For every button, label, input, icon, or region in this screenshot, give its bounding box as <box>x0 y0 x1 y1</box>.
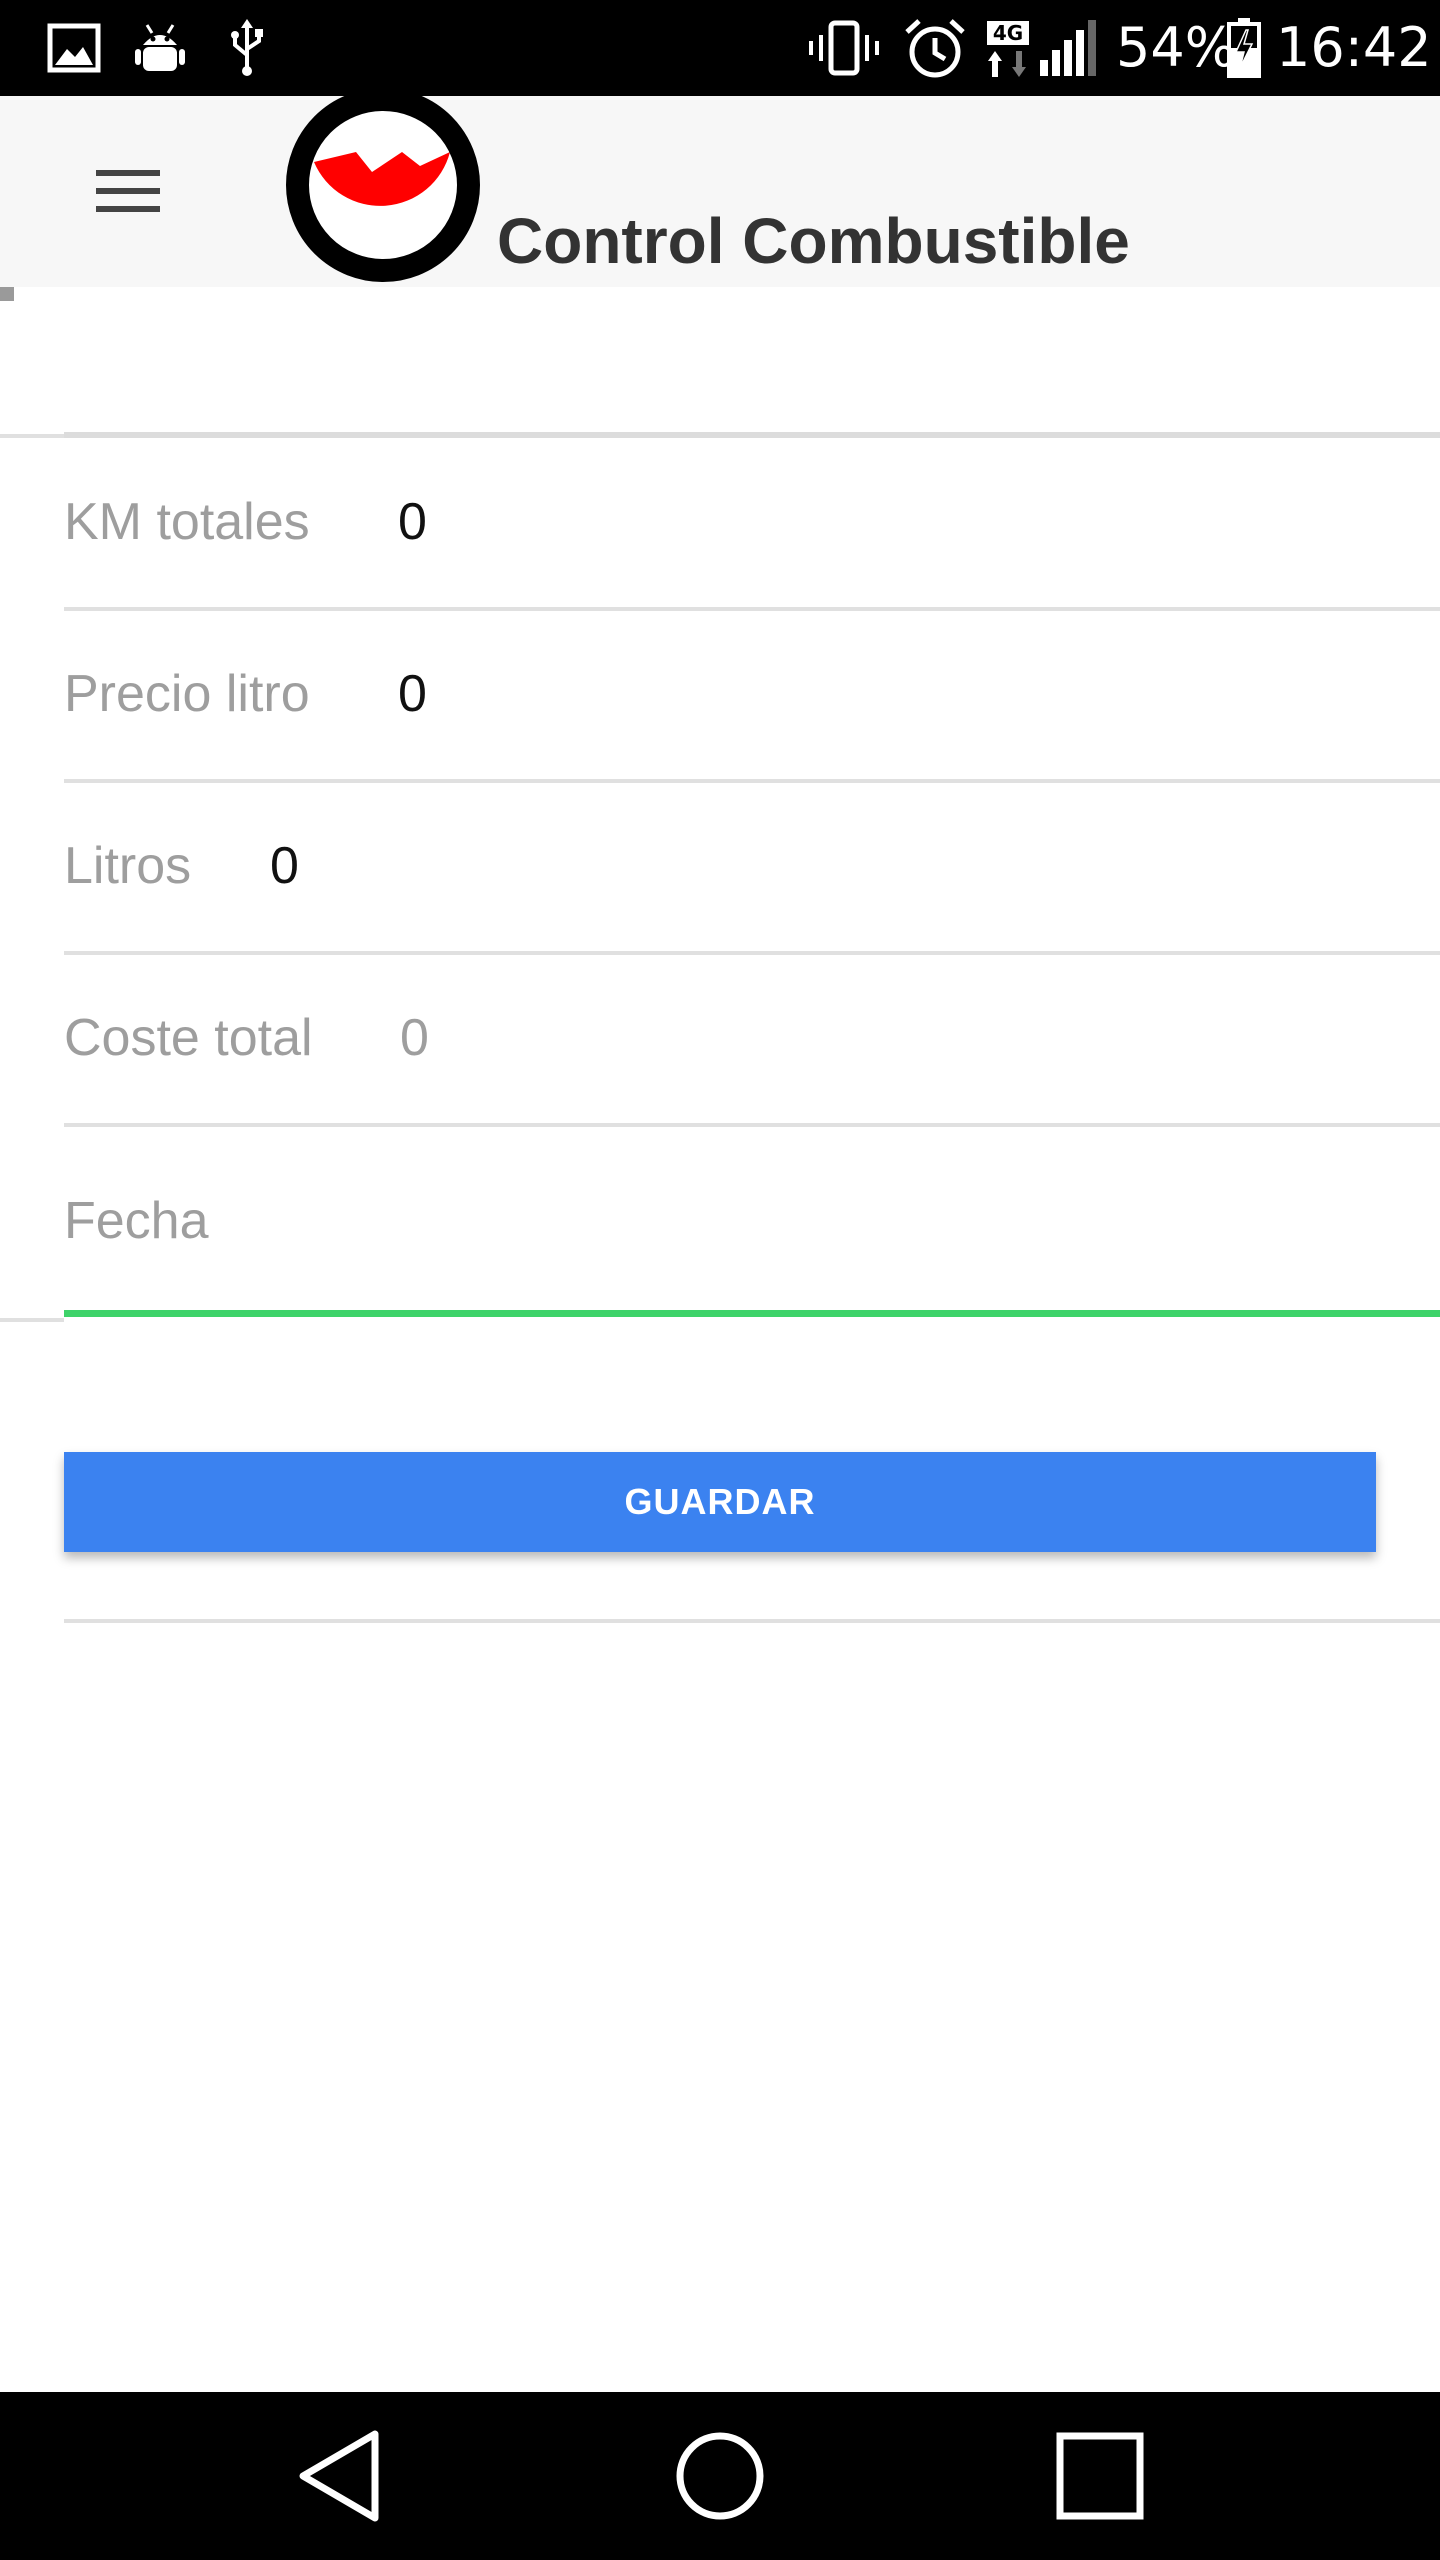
usb-icon <box>222 18 272 78</box>
home-icon[interactable] <box>670 2426 770 2526</box>
km-totales-label: KM totales <box>64 493 310 551</box>
divider <box>64 607 1440 611</box>
scroll-indicator <box>0 287 14 301</box>
vibrate-icon <box>806 18 882 78</box>
precio-litro-label: Precio litro <box>64 665 310 723</box>
clock: 16:42 <box>1276 16 1432 79</box>
network-4g-icon: 4G <box>984 18 1032 78</box>
image-icon <box>44 18 104 78</box>
litros-input[interactable] <box>270 836 1170 896</box>
precio-litro-input[interactable] <box>398 664 1298 724</box>
app-bar: Control Combustible <box>0 88 1440 287</box>
fecha-focus-underline <box>64 1310 1440 1317</box>
battery-charging-icon <box>1224 18 1264 78</box>
navigation-bar <box>0 2392 1440 2560</box>
fecha-input[interactable] <box>300 1191 1200 1251</box>
km-totales-input[interactable] <box>398 492 1298 552</box>
android-debug-icon <box>130 18 190 78</box>
divider <box>64 951 1440 955</box>
hamburger-menu-icon[interactable] <box>88 156 168 226</box>
divider <box>0 1318 64 1322</box>
fecha-label: Fecha <box>64 1192 209 1250</box>
page-title: Control Combustible <box>497 205 1130 277</box>
divider <box>64 432 1440 438</box>
divider <box>64 1123 1440 1127</box>
coste-total-label: Coste total <box>64 1009 313 1067</box>
fuel-gauge-logo <box>286 88 480 282</box>
divider <box>64 1619 1440 1623</box>
divider <box>0 434 64 438</box>
save-button[interactable]: GUARDAR <box>64 1452 1376 1552</box>
divider <box>64 779 1440 783</box>
back-icon[interactable] <box>290 2426 390 2526</box>
signal-icon <box>1038 18 1098 78</box>
litros-label: Litros <box>64 837 192 895</box>
recents-icon[interactable] <box>1050 2426 1150 2526</box>
status-bar: 4G 54% 16:42 <box>0 0 1440 96</box>
svg-text:4G: 4G <box>993 21 1023 45</box>
coste-total-input[interactable] <box>400 1008 1300 1068</box>
battery-percent: 54% <box>1116 16 1237 79</box>
alarm-icon <box>902 18 968 78</box>
